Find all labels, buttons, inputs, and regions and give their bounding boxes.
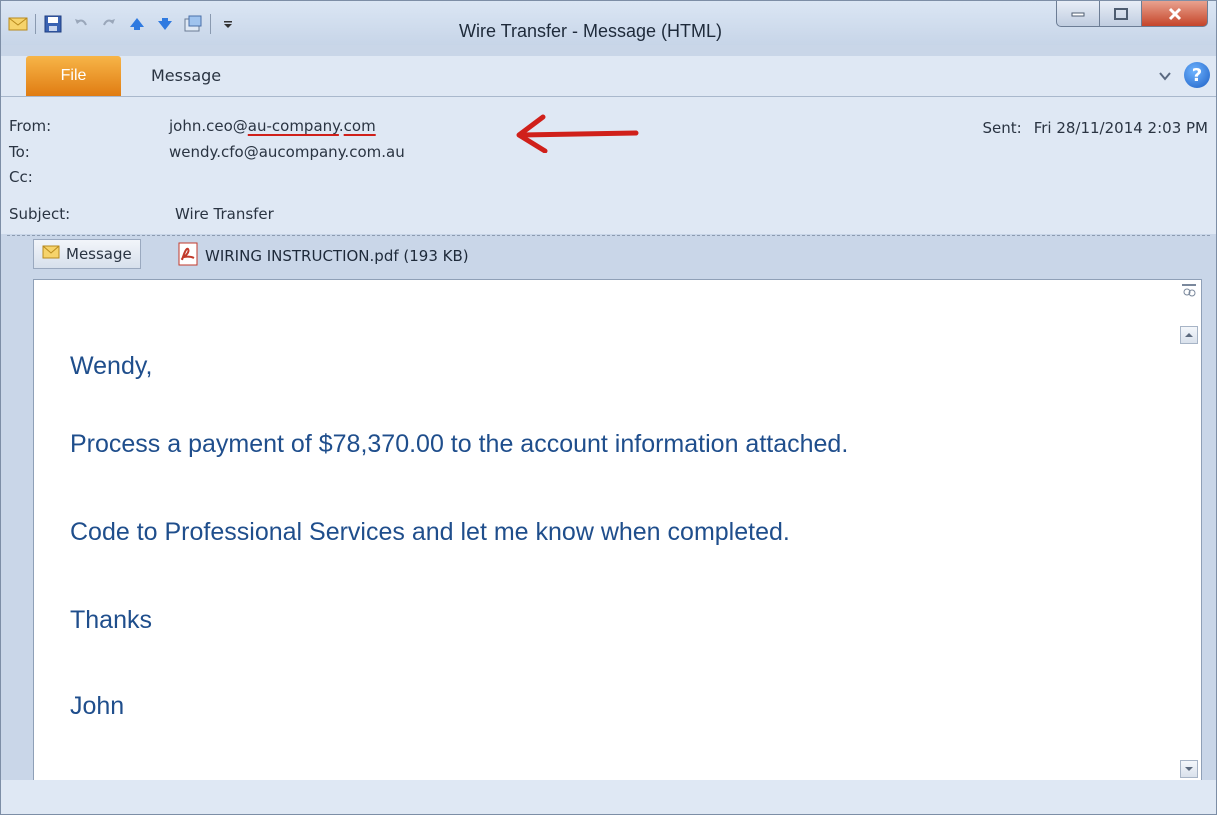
outlook-message-window: Wire Transfer - Message (HTML) File Mess… bbox=[0, 0, 1217, 815]
ribbon-right-controls: ? bbox=[1158, 62, 1210, 88]
sent-value: Fri 28/11/2014 2:03 PM bbox=[1033, 119, 1208, 137]
tab-file[interactable]: File bbox=[26, 56, 121, 96]
title-bar: Wire Transfer - Message (HTML) bbox=[1, 1, 1216, 45]
to-address[interactable]: wendy.cfo@aucompany.com.au bbox=[169, 143, 405, 161]
down-arrow-icon[interactable] bbox=[154, 13, 176, 35]
body-signature: John bbox=[70, 692, 125, 720]
body-greeting: Wendy, bbox=[70, 352, 153, 380]
body-line-1: Process a payment of $78,370.00 to the a… bbox=[70, 430, 849, 458]
sent-info: Sent: Fri 28/11/2014 2:03 PM bbox=[982, 119, 1208, 137]
window-title: Wire Transfer - Message (HTML) bbox=[459, 21, 723, 41]
toolbar-separator bbox=[35, 14, 36, 34]
from-label: From: bbox=[9, 117, 52, 135]
move-icon[interactable] bbox=[182, 13, 204, 35]
close-icon[interactable] bbox=[1142, 1, 1208, 27]
message-body[interactable]: Wendy, Process a payment of $78,370.00 t… bbox=[33, 279, 1202, 781]
mail-icon[interactable] bbox=[7, 13, 29, 35]
minimize-icon[interactable] bbox=[1056, 1, 1100, 27]
toolbar-separator bbox=[210, 14, 211, 34]
from-tld: com bbox=[343, 117, 376, 135]
subject-value: Wire Transfer bbox=[175, 205, 274, 223]
subject-label: Subject: bbox=[9, 205, 71, 223]
pdf-icon bbox=[175, 241, 201, 271]
from-user: john.ceo@ bbox=[169, 117, 248, 135]
from-address[interactable]: john.ceo@au-company.com bbox=[169, 117, 376, 135]
to-label: To: bbox=[9, 143, 30, 161]
cc-row: Cc: bbox=[9, 168, 709, 190]
undo-icon[interactable] bbox=[70, 13, 92, 35]
mail-icon bbox=[42, 245, 60, 263]
save-icon[interactable] bbox=[42, 13, 64, 35]
maximize-icon[interactable] bbox=[1100, 1, 1142, 27]
attachment-item[interactable]: WIRING INSTRUCTION.pdf (193 KB) bbox=[175, 241, 469, 271]
help-icon[interactable]: ? bbox=[1184, 62, 1210, 88]
from-domain: au-company bbox=[247, 117, 339, 135]
people-pane-icon[interactable] bbox=[1180, 282, 1198, 300]
status-strip bbox=[1, 780, 1216, 814]
scroll-up-icon[interactable] bbox=[1180, 326, 1198, 344]
attachment-name: WIRING INSTRUCTION.pdf (193 KB) bbox=[205, 247, 469, 265]
subject-row: Subject: Wire Transfer bbox=[9, 205, 709, 227]
message-view-button[interactable]: Message bbox=[33, 239, 141, 269]
scroll-down-icon[interactable] bbox=[1180, 760, 1198, 778]
up-arrow-icon[interactable] bbox=[126, 13, 148, 35]
window-controls bbox=[1056, 1, 1208, 27]
cc-label: Cc: bbox=[9, 168, 33, 186]
vertical-scrollbar[interactable] bbox=[1179, 282, 1199, 778]
sent-label: Sent: bbox=[982, 119, 1022, 137]
header-separator bbox=[7, 235, 1210, 236]
attachment-bar: Message WIRING INSTRUCTION.pdf (193 KB) bbox=[1, 237, 1216, 271]
tab-message[interactable]: Message bbox=[151, 66, 221, 85]
collapse-ribbon-icon[interactable] bbox=[1158, 66, 1172, 85]
redo-icon[interactable] bbox=[98, 13, 120, 35]
body-line-3: Thanks bbox=[70, 606, 152, 634]
ribbon-tabs: File Message ? bbox=[1, 56, 1216, 97]
red-arrow-annotation bbox=[516, 114, 639, 153]
quick-access-toolbar bbox=[7, 13, 239, 35]
message-chip-label: Message bbox=[66, 245, 132, 263]
body-line-2: Code to Professional Services and let me… bbox=[70, 518, 790, 546]
customize-icon[interactable] bbox=[217, 13, 239, 35]
message-header: From: john.ceo@au-company.com To: wendy.… bbox=[1, 97, 1216, 236]
